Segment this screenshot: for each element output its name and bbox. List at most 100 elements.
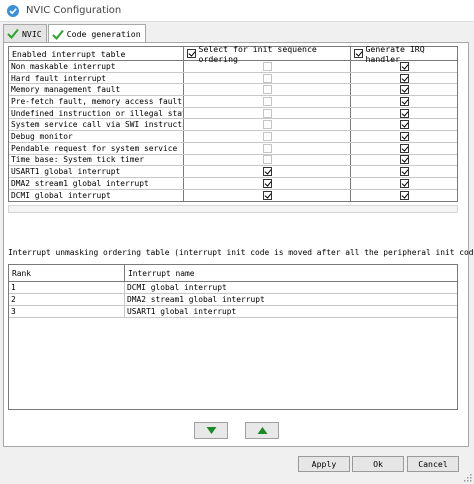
irq-handler-checkbox[interactable] — [399, 131, 409, 141]
interrupt-name: DMA2 stream1 global interrupt — [9, 177, 184, 189]
apply-button[interactable]: Apply — [298, 456, 350, 472]
irq-handler-checkbox[interactable] — [399, 96, 409, 106]
table-row: Pendable request for system service — [9, 142, 457, 155]
column-header-interrupt-name: Interrupt name — [128, 268, 195, 278]
table-row: DMA2 stream1 global interrupt — [9, 177, 457, 190]
irq-handler-checkbox[interactable] — [399, 143, 409, 153]
tab-label: Code generation — [66, 29, 141, 39]
rank-cell: 3 — [9, 306, 125, 317]
table-row: Pre-fetch fault, memory access fault — [9, 96, 457, 108]
irq-handler-cell — [351, 143, 457, 154]
irq-handler-checkbox[interactable] — [399, 61, 409, 71]
tab-bar: NVIC Code generation — [3, 24, 147, 43]
interrupt-name: Pendable request for system service — [9, 142, 184, 154]
interrupt-name: DCMI global interrupt — [9, 189, 184, 202]
irq-handler-cell — [351, 84, 457, 95]
check-icon — [7, 28, 19, 39]
column-header-name: Enabled interrupt table — [9, 47, 184, 60]
table-row[interactable]: 3 USART1 global interrupt — [9, 306, 457, 318]
interrupt-name: Pre-fetch fault, memory access fault — [11, 96, 184, 107]
init-sequence-cell — [184, 119, 351, 131]
check-icon — [52, 29, 64, 40]
init-sequence-checkbox[interactable] — [262, 167, 272, 177]
select-all-init-checkbox[interactable] — [187, 49, 196, 58]
column-header-rank: Rank — [9, 265, 125, 281]
init-sequence-cell — [184, 84, 351, 96]
irq-handler-checkbox[interactable] — [399, 73, 409, 83]
tab-code-generation[interactable]: Code generation — [47, 24, 146, 43]
app-icon — [7, 4, 19, 17]
ordering-table-label: Interrupt unmasking ordering table (inte… — [8, 248, 474, 257]
arrow-up-icon — [257, 427, 267, 434]
init-sequence-checkbox[interactable] — [262, 190, 272, 200]
irq-handler-cell — [351, 73, 457, 84]
init-sequence-checkbox — [262, 61, 272, 71]
move-down-button[interactable] — [194, 422, 228, 439]
interrupt-name: System service call via SWI instruction — [11, 119, 184, 131]
ok-button[interactable]: Ok — [352, 456, 404, 472]
enabled-interrupt-table: Enabled interrupt table Select for init … — [8, 44, 458, 203]
table-row[interactable]: 2 DMA2 stream1 global interrupt — [9, 294, 457, 306]
irq-handler-cell — [351, 96, 457, 107]
title-bar: NVIC Configuration — [0, 0, 474, 22]
irq-handler-cell — [351, 155, 457, 166]
irq-handler-cell — [351, 119, 457, 130]
irq-handler-cell — [351, 61, 457, 72]
interrupt-name: Non maskable interrupt — [9, 61, 184, 72]
tab-nvic[interactable]: NVIC — [3, 24, 47, 42]
table-row: Undefined instruction or illegal state — [9, 107, 457, 120]
code-generation-panel: Enabled interrupt table Select for init … — [3, 42, 474, 447]
interrupt-name: Debug monitor — [9, 131, 184, 142]
init-sequence-checkbox[interactable] — [262, 178, 272, 188]
resize-grip-icon[interactable] — [464, 474, 472, 482]
table-row: Memory management fault — [9, 84, 457, 97]
column-header-irq-handler[interactable]: Generate IRQ handler — [351, 44, 457, 64]
irq-handler-checkbox[interactable] — [399, 167, 409, 177]
init-sequence-checkbox — [262, 143, 272, 153]
interrupt-name: USART1 global interrupt — [9, 166, 184, 177]
rank-cell: 2 — [9, 294, 125, 305]
init-sequence-checkbox — [262, 155, 272, 165]
interrupt-name: Time base: System tick timer — [9, 154, 184, 166]
table-row: Hard fault interrupt — [9, 72, 457, 85]
table-body: 1 DCMI global interrupt 2 DMA2 stream1 glob… — [9, 282, 457, 318]
init-sequence-cell — [184, 96, 351, 107]
init-sequence-cell — [184, 107, 351, 119]
table-header: Enabled interrupt table Select for init … — [9, 44, 457, 64]
table-body: Non maskable interrupt Hard fault interru… — [9, 61, 457, 202]
table-row: Time base: System tick timer — [9, 154, 457, 167]
irq-handler-checkbox[interactable] — [399, 155, 409, 165]
irq-handler-cell — [351, 166, 457, 177]
interrupt-name: Hard fault interrupt — [9, 72, 184, 84]
select-all-irq-checkbox[interactable] — [354, 49, 363, 58]
irq-handler-checkbox[interactable] — [399, 85, 409, 95]
irq-handler-checkbox[interactable] — [399, 120, 409, 130]
irq-handler-cell — [351, 131, 457, 142]
table-row[interactable]: 1 DCMI global interrupt — [9, 282, 457, 294]
interrupt-name: Undefined instruction or illegal state — [11, 107, 184, 119]
arrow-down-icon — [206, 427, 216, 434]
init-sequence-checkbox — [262, 120, 272, 130]
table-header: Rank Interrupt name — [9, 265, 457, 282]
init-sequence-cell — [184, 189, 351, 202]
irq-handler-cell — [351, 108, 457, 119]
interrupt-name-cell: USART1 global interrupt — [127, 307, 237, 316]
horizontal-scrollbar[interactable] — [8, 205, 458, 213]
init-sequence-cell — [184, 131, 351, 142]
table-row: System service call via SWI instruction — [9, 119, 457, 132]
irq-handler-cell — [351, 178, 457, 189]
init-sequence-cell — [184, 154, 351, 166]
init-sequence-checkbox — [262, 96, 272, 106]
table-row: DCMI global interrupt — [9, 189, 457, 202]
interrupt-name-cell: DCMI global interrupt — [127, 283, 227, 292]
init-sequence-checkbox — [262, 131, 272, 141]
irq-handler-checkbox[interactable] — [399, 108, 409, 118]
irq-handler-checkbox[interactable] — [399, 178, 409, 188]
rank-cell: 1 — [9, 282, 125, 293]
move-up-button[interactable] — [245, 422, 279, 439]
column-header-init-sequence[interactable]: Select for init sequence ordering — [184, 44, 351, 64]
cancel-button[interactable]: Cancel — [407, 456, 459, 472]
irq-handler-cell — [351, 190, 457, 202]
init-sequence-checkbox — [262, 108, 272, 118]
irq-handler-checkbox[interactable] — [399, 190, 409, 200]
